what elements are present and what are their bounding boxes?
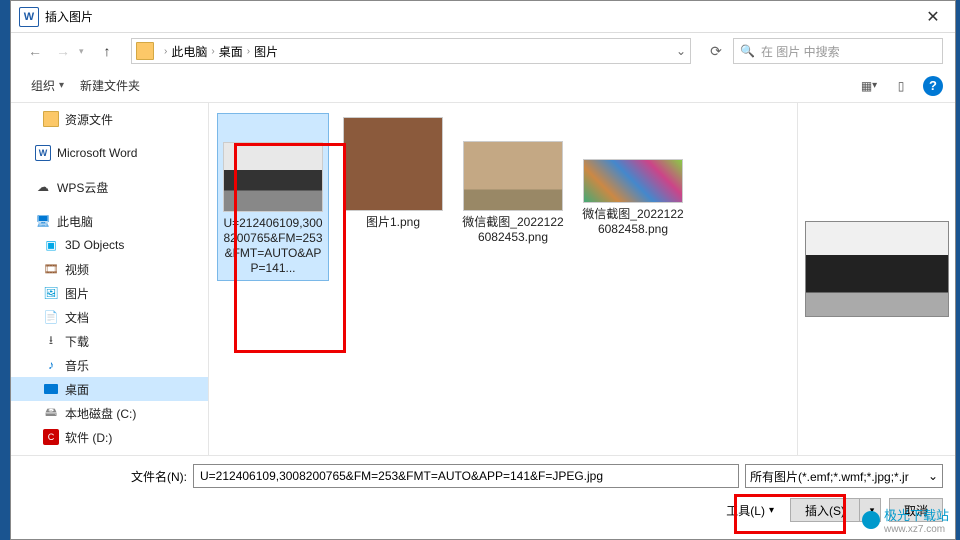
video-icon: 🎞 xyxy=(43,261,59,277)
sidebar-item-word[interactable]: WMicrosoft Word xyxy=(11,141,208,165)
body-area: 资源文件 WMicrosoft Word ☁WPS云盘 🖥此电脑 ▣3D Obj… xyxy=(11,103,955,455)
sidebar-item-wps[interactable]: ☁WPS云盘 xyxy=(11,175,208,199)
sidebar-item-pc[interactable]: 🖥此电脑 xyxy=(11,209,208,233)
chevron-down-icon: ⌄ xyxy=(928,469,938,483)
download-icon: ⭳ xyxy=(43,333,59,349)
toolbar: 组织 新建文件夹 ▦ ▯ ? xyxy=(11,69,955,103)
search-placeholder: 在 图片 中搜索 xyxy=(761,43,840,60)
nav-row: ← → ▾ ↑ › 此电脑 › 桌面 › 图片 ⌄ ⟳ 🔍 在 图片 中搜索 xyxy=(11,33,955,69)
chevron-down-icon[interactable]: ⌄ xyxy=(676,44,686,58)
disk-icon: C xyxy=(43,429,59,445)
search-input[interactable]: 🔍 在 图片 中搜索 xyxy=(733,38,943,64)
watermark: 极光下载站 www.xz7.com xyxy=(862,505,949,535)
thumbnail xyxy=(463,141,563,211)
sidebar-item-pictures[interactable]: 🖼图片 xyxy=(11,281,208,305)
folder-icon xyxy=(43,111,59,127)
picture-icon: 🖼 xyxy=(43,285,59,301)
thumbnail xyxy=(583,159,683,203)
preview-image xyxy=(805,221,949,317)
cloud-icon: ☁ xyxy=(35,179,51,195)
folder-icon xyxy=(136,42,154,60)
sidebar: 资源文件 WMicrosoft Word ☁WPS云盘 🖥此电脑 ▣3D Obj… xyxy=(11,103,209,455)
breadcrumb-part[interactable]: 桌面 xyxy=(219,43,243,60)
file-label: 微信截图_20221226082458.png xyxy=(581,207,685,237)
preview-pane-button[interactable]: ▯ xyxy=(887,74,915,98)
file-label: 微信截图_20221226082453.png xyxy=(461,215,565,245)
refresh-button[interactable]: ⟳ xyxy=(703,38,729,64)
sidebar-item-3d[interactable]: ▣3D Objects xyxy=(11,233,208,257)
desktop-icon xyxy=(43,381,59,397)
sidebar-item-disk-d[interactable]: C软件 (D:) xyxy=(11,425,208,449)
up-button[interactable]: ↑ xyxy=(95,39,119,63)
sidebar-item-downloads[interactable]: ⭳下载 xyxy=(11,329,208,353)
view-options-button[interactable]: ▦ xyxy=(855,74,883,98)
close-button[interactable]: ✕ xyxy=(911,2,955,32)
logo-icon xyxy=(862,511,880,529)
filename-label: 文件名(N): xyxy=(131,468,187,485)
preview-pane xyxy=(797,103,955,455)
new-folder-button[interactable]: 新建文件夹 xyxy=(72,74,148,98)
history-dropdown[interactable]: ▾ xyxy=(79,46,91,57)
file-item[interactable]: 图片1.png xyxy=(337,113,449,234)
breadcrumb-part[interactable]: 此电脑 xyxy=(171,43,207,60)
chevron-right-icon: › xyxy=(211,46,214,57)
music-icon: ♪ xyxy=(43,357,59,373)
annotation-box xyxy=(734,494,846,534)
word-icon: W xyxy=(35,145,51,161)
file-item[interactable]: 微信截图_20221226082453.png xyxy=(457,113,569,249)
filter-select[interactable]: 所有图片(*.emf;*.wmf;*.jpg;*.jr⌄ xyxy=(745,464,943,488)
organize-button[interactable]: 组织 xyxy=(23,74,72,98)
insert-picture-dialog: W 插入图片 ✕ ← → ▾ ↑ › 此电脑 › 桌面 › 图片 ⌄ ⟳ 🔍 在… xyxy=(10,0,956,540)
cube-icon: ▣ xyxy=(43,237,59,253)
back-button[interactable]: ← xyxy=(23,39,47,63)
sidebar-item-disk-c[interactable]: 🖴本地磁盘 (C:) xyxy=(11,401,208,425)
sidebar-item-video[interactable]: 🎞视频 xyxy=(11,257,208,281)
breadcrumb[interactable]: › 此电脑 › 桌面 › 图片 ⌄ xyxy=(131,38,691,64)
sidebar-item-documents[interactable]: 📄文档 xyxy=(11,305,208,329)
chevron-right-icon: › xyxy=(164,46,167,57)
word-icon: W xyxy=(19,7,39,27)
disk-icon: 🖴 xyxy=(43,405,59,421)
pc-icon: 🖥 xyxy=(35,213,51,229)
titlebar: W 插入图片 ✕ xyxy=(11,1,955,33)
bottom-area: 文件名(N): 所有图片(*.emf;*.wmf;*.jpg;*.jr⌄ 工具(… xyxy=(11,455,955,539)
search-icon: 🔍 xyxy=(740,44,755,58)
sidebar-item-resources[interactable]: 资源文件 xyxy=(11,107,208,131)
breadcrumb-part[interactable]: 图片 xyxy=(254,43,278,60)
forward-button[interactable]: → xyxy=(51,39,75,63)
file-area[interactable]: U=212406109,3008200765&FM=253&FMT=AUTO&A… xyxy=(209,103,797,455)
filename-row: 文件名(N): 所有图片(*.emf;*.wmf;*.jpg;*.jr⌄ xyxy=(131,464,943,488)
dialog-title: 插入图片 xyxy=(45,8,911,25)
chevron-right-icon: › xyxy=(247,46,250,57)
file-item[interactable]: 微信截图_20221226082458.png xyxy=(577,113,689,241)
file-label: 图片1.png xyxy=(366,215,420,230)
help-button[interactable]: ? xyxy=(923,76,943,96)
doc-icon: 📄 xyxy=(43,309,59,325)
sidebar-item-desktop[interactable]: 桌面 xyxy=(11,377,208,401)
annotation-box xyxy=(234,143,346,353)
sidebar-item-music[interactable]: ♪音乐 xyxy=(11,353,208,377)
thumbnail xyxy=(343,117,443,211)
filename-input[interactable] xyxy=(193,464,739,488)
